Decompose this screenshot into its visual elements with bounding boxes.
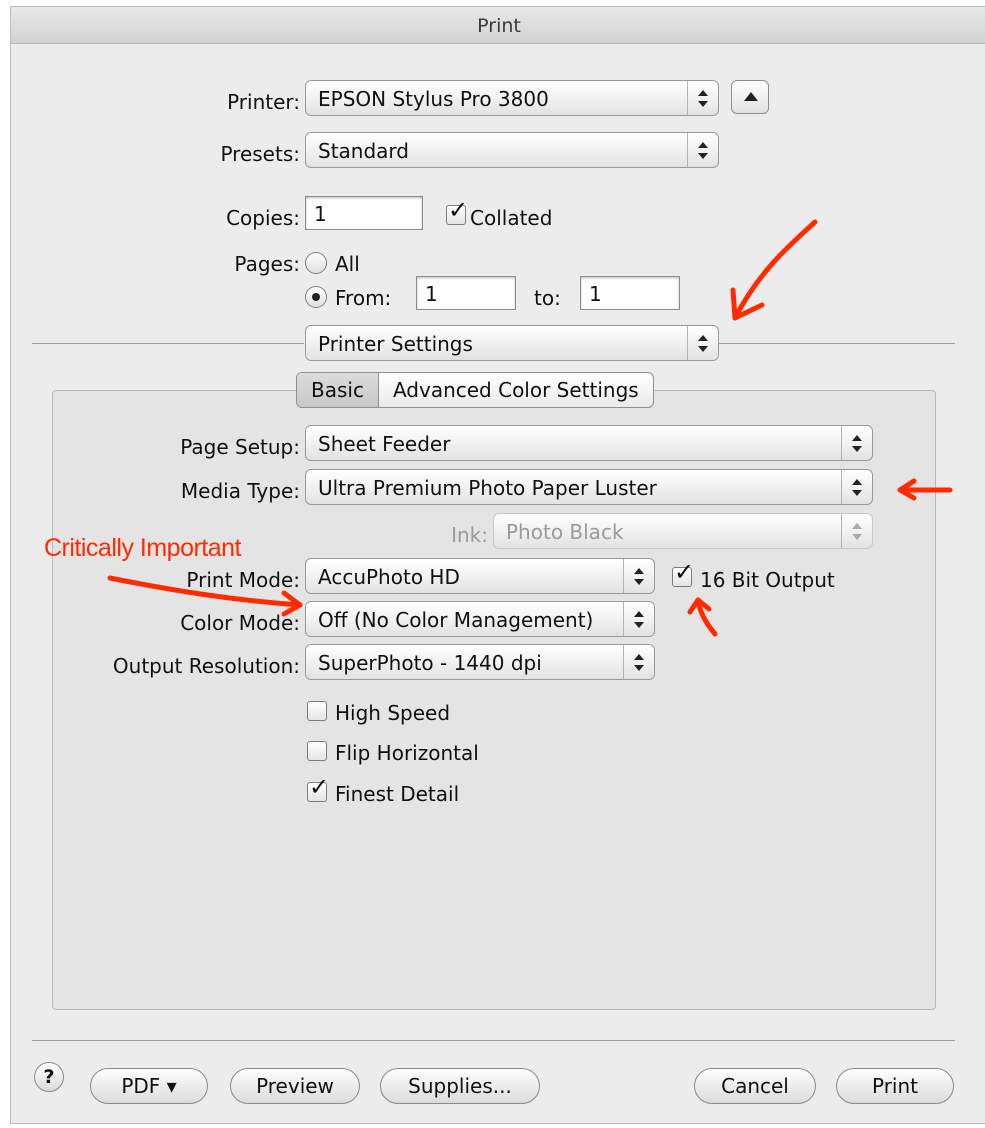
arrow-to-color-mode-icon <box>107 575 303 608</box>
annotation-arrows <box>107 219 953 637</box>
arrow-to-section-popup-icon <box>732 219 818 321</box>
